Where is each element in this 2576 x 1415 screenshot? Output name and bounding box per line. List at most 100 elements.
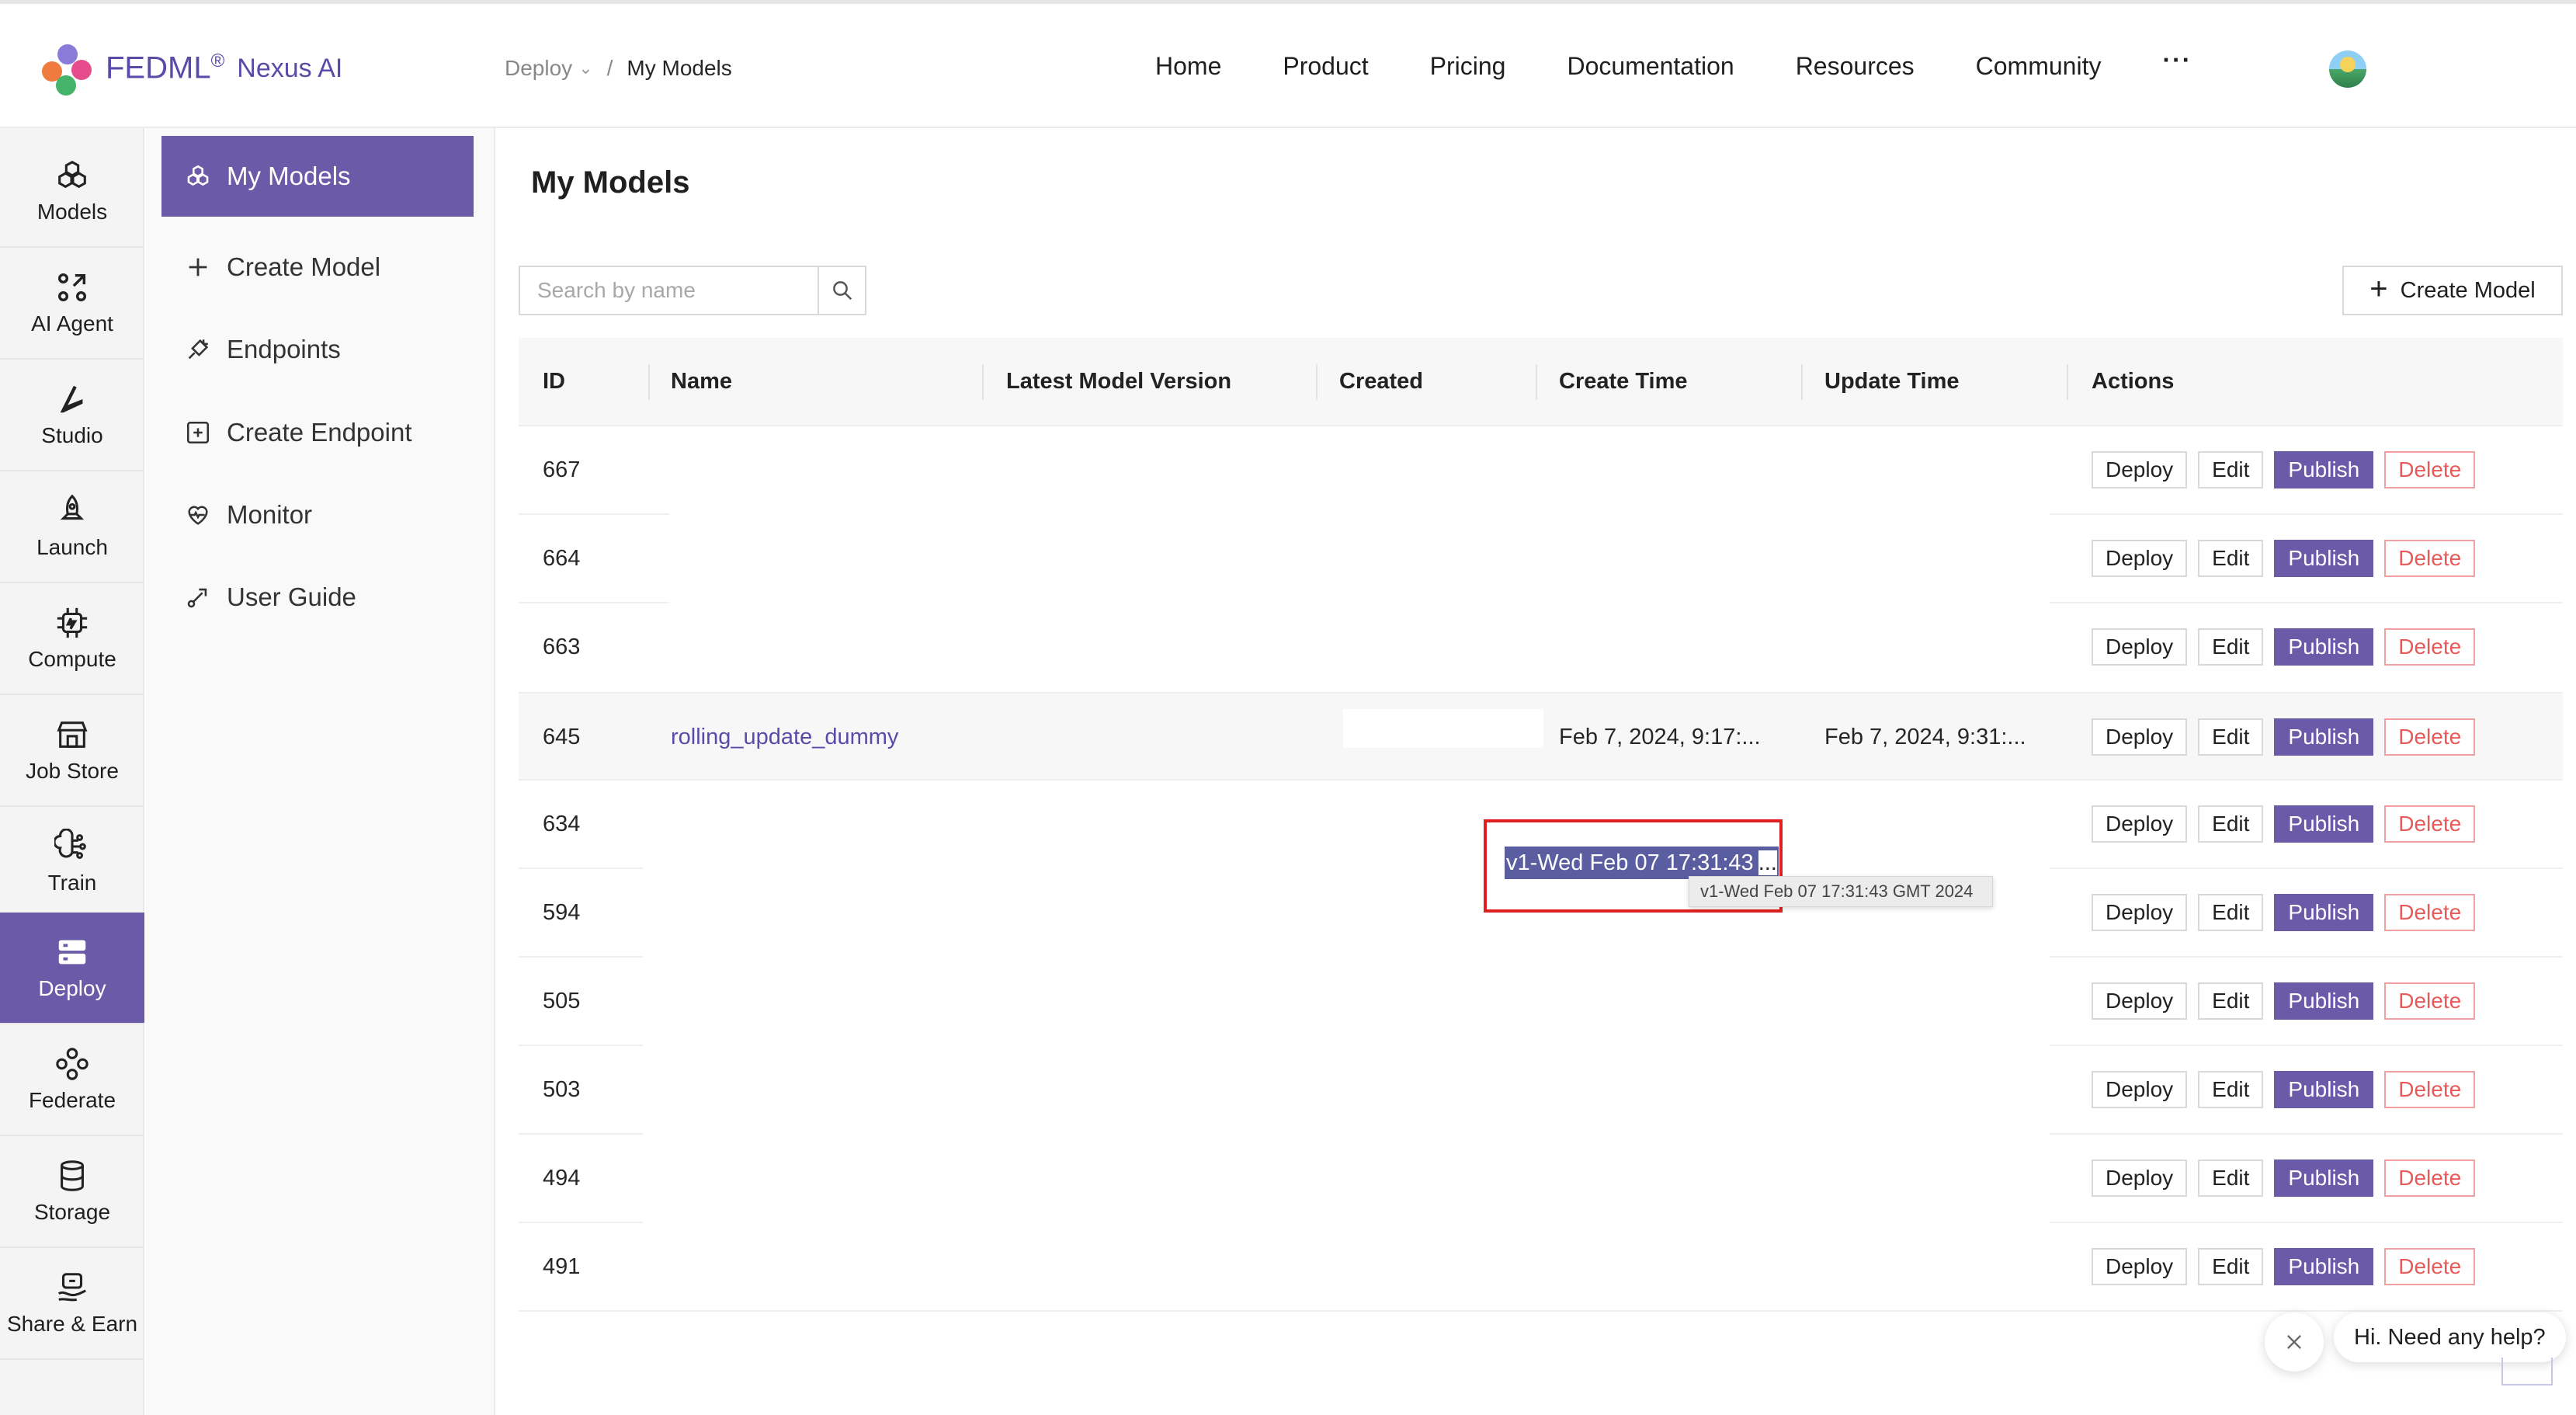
edit-button[interactable]: Edit	[2198, 540, 2264, 577]
deploy-button[interactable]: Deploy	[2092, 451, 2188, 488]
top-nav: Home Product Pricing Documentation Resou…	[1155, 46, 2253, 81]
rail-item-launch[interactable]: Launch	[0, 471, 144, 583]
deploy-button[interactable]: Deploy	[2092, 1248, 2188, 1285]
publish-button[interactable]: Publish	[2274, 718, 2374, 756]
edit-button[interactable]: Edit	[2198, 982, 2264, 1020]
rail-item-job-store[interactable]: Job Store	[0, 695, 144, 807]
model-name-link[interactable]: rolling_update_dummy	[671, 725, 898, 750]
deploy-button[interactable]: Deploy	[2092, 1159, 2188, 1197]
edit-button[interactable]: Edit	[2198, 1248, 2264, 1285]
rail-item-storage[interactable]: Storage	[0, 1136, 144, 1248]
cell-id: 645	[543, 725, 581, 749]
edit-button[interactable]: Edit	[2198, 451, 2264, 488]
subnav-monitor[interactable]: Monitor	[161, 475, 474, 555]
subnav-user-guide[interactable]: User Guide	[161, 557, 474, 638]
nav-pricing[interactable]: Pricing	[1430, 52, 1506, 81]
search-box	[519, 266, 866, 315]
subnav-create-model[interactable]: Create Model	[161, 227, 474, 308]
delete-button[interactable]: Delete	[2384, 718, 2476, 756]
page-title: My Models	[531, 165, 690, 200]
edit-button[interactable]: Edit	[2198, 718, 2264, 756]
col-latest-version[interactable]: Latest Model Version	[1006, 369, 1231, 395]
delete-button[interactable]: Delete	[2384, 540, 2476, 577]
search-input[interactable]	[520, 267, 818, 314]
col-id[interactable]: ID	[543, 369, 565, 395]
row-actions: Deploy Edit Publish Delete	[2092, 540, 2486, 577]
nav-product[interactable]: Product	[1283, 52, 1368, 81]
search-button[interactable]	[818, 267, 865, 314]
deploy-button[interactable]: Deploy	[2092, 982, 2188, 1020]
chevron-down-icon[interactable]: ⌄	[578, 58, 592, 78]
delete-button[interactable]: Delete	[2384, 628, 2476, 666]
rail-item-studio[interactable]: Studio	[0, 360, 144, 471]
brand-logo[interactable]: FEDML® Nexus AI	[40, 41, 342, 96]
nav-community[interactable]: Community	[1976, 52, 2102, 81]
col-update-time[interactable]: Update Time	[1824, 369, 1960, 395]
nav-more-icon[interactable]: ···	[2162, 46, 2192, 81]
nav-documentation[interactable]: Documentation	[1567, 52, 1734, 81]
edit-button[interactable]: Edit	[2198, 894, 2264, 931]
col-create-time[interactable]: Create Time	[1559, 369, 1688, 395]
breadcrumb-deploy[interactable]: Deploy	[505, 56, 572, 81]
help-bubble[interactable]: Hi. Need any help?	[2334, 1312, 2566, 1362]
deploy-icon	[58, 940, 86, 965]
col-created[interactable]: Created	[1339, 369, 1423, 395]
subnav-label: Monitor	[227, 500, 313, 529]
publish-button[interactable]: Publish	[2274, 1159, 2374, 1197]
nav-home[interactable]: Home	[1155, 52, 1221, 81]
deploy-button[interactable]: Deploy	[2092, 805, 2188, 843]
plus-icon	[189, 258, 207, 276]
delete-button[interactable]: Delete	[2384, 1159, 2476, 1197]
deploy-button[interactable]: Deploy	[2092, 628, 2188, 666]
chat-launcher-edge[interactable]	[2501, 1358, 2553, 1385]
cell-id: 664	[543, 546, 581, 571]
publish-button[interactable]: Publish	[2274, 540, 2374, 577]
rail-item-federate[interactable]: Federate	[0, 1024, 144, 1136]
create-model-button[interactable]: + Create Model	[2342, 266, 2563, 315]
edit-button[interactable]: Edit	[2198, 1159, 2264, 1197]
edit-button[interactable]: Edit	[2198, 805, 2264, 843]
search-icon	[832, 281, 852, 301]
rail-label: AI Agent	[31, 311, 113, 335]
nav-resources[interactable]: Resources	[1796, 52, 1915, 81]
edit-button[interactable]: Edit	[2198, 628, 2264, 666]
cell-update-time: Feb 7, 2024, 9:31:...	[1824, 725, 2026, 749]
deploy-button[interactable]: Deploy	[2092, 894, 2188, 931]
rail-item-compute[interactable]: Compute	[0, 583, 144, 695]
subnav-my-models[interactable]: My Models	[161, 136, 474, 217]
edit-button[interactable]: Edit	[2198, 1071, 2264, 1108]
deploy-button[interactable]: Deploy	[2092, 718, 2188, 756]
col-divider	[1316, 364, 1318, 400]
created-cell-blank	[1343, 709, 1543, 748]
avatar[interactable]	[2329, 50, 2366, 88]
publish-button[interactable]: Publish	[2274, 451, 2374, 488]
publish-button[interactable]: Publish	[2274, 805, 2374, 843]
rail-item-ai-agent[interactable]: AI Agent	[0, 248, 144, 360]
rail-item-deploy[interactable]: Deploy	[0, 913, 144, 1024]
close-icon	[2287, 1335, 2301, 1349]
delete-button[interactable]: Delete	[2384, 894, 2476, 931]
rail-item-train[interactable]: Train	[0, 807, 144, 919]
delete-button[interactable]: Delete	[2384, 1248, 2476, 1285]
subnav-endpoints[interactable]: Endpoints	[161, 309, 474, 390]
subnav-create-endpoint[interactable]: Create Endpoint	[161, 392, 474, 473]
publish-button[interactable]: Publish	[2274, 982, 2374, 1020]
rail-label: Storage	[33, 1200, 111, 1224]
row-actions: Deploy Edit Publish Delete	[2092, 628, 2486, 666]
rail-item-models[interactable]: Models	[0, 136, 144, 248]
publish-button[interactable]: Publish	[2274, 1248, 2374, 1285]
col-name[interactable]: Name	[671, 369, 732, 395]
delete-button[interactable]: Delete	[2384, 451, 2476, 488]
delete-button[interactable]: Delete	[2384, 982, 2476, 1020]
publish-button[interactable]: Publish	[2274, 894, 2374, 931]
rail-item-share-earn[interactable]: Share & Earn	[0, 1248, 144, 1360]
table-row: 667 Deploy Edit Publish Delete	[519, 426, 2563, 515]
help-close-button[interactable]	[2265, 1312, 2324, 1372]
deploy-button[interactable]: Deploy	[2092, 1071, 2188, 1108]
delete-button[interactable]: Delete	[2384, 1071, 2476, 1108]
models-icon	[58, 161, 86, 189]
publish-button[interactable]: Publish	[2274, 1071, 2374, 1108]
publish-button[interactable]: Publish	[2274, 628, 2374, 666]
delete-button[interactable]: Delete	[2384, 805, 2476, 843]
deploy-button[interactable]: Deploy	[2092, 540, 2188, 577]
